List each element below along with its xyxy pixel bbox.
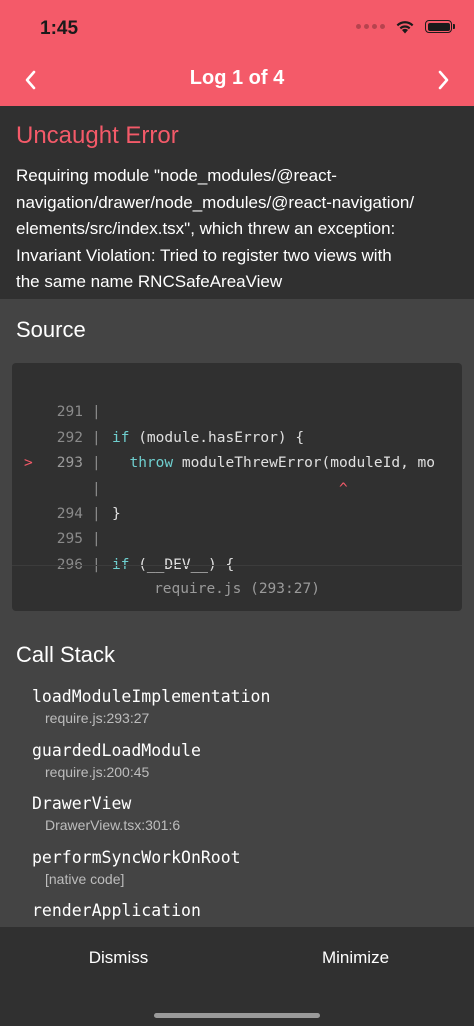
code-line-error: >293 | throw moduleThrewError(moduleId, m… — [12, 426, 462, 471]
error-message-line: the same name RNCSafeAreaView — [16, 272, 283, 291]
stack-frame[interactable]: loadModuleImplementation require.js:293:… — [32, 686, 452, 740]
stack-frame[interactable]: performSyncWorkOnRoot [native code] — [32, 847, 452, 901]
status-bar: 1:45 — [0, 0, 474, 56]
frame-location: require.js:200:45 — [45, 763, 150, 780]
error-message-line: Invariant Violation: Tried to register t… — [16, 245, 392, 265]
frame-name: guardedLoadModule — [32, 740, 201, 760]
frame-location: [native code] — [45, 870, 125, 887]
dismiss-button[interactable]: Dismiss — [0, 927, 237, 989]
error-message-line: Requiring module "node_modules/@react- — [16, 166, 337, 185]
header: 1:45 Log 1 of 4 — [0, 0, 474, 106]
home-indicator — [154, 1013, 320, 1018]
error-message-line: navigation/drawer/node_modules/@react-na… — [16, 192, 415, 212]
error-message-line: elements/src/index.tsx", which threw an … — [16, 219, 396, 238]
call-stack-heading: Call Stack — [16, 642, 116, 667]
error-title: Uncaught Error — [16, 122, 179, 149]
code-line-caret: | ^ — [92, 480, 348, 497]
nav-bar: Log 1 of 4 — [0, 56, 474, 104]
chevron-right-icon — [438, 70, 449, 90]
frame-name: renderApplication — [32, 901, 201, 920]
code-line: 294 |} — [56, 505, 121, 522]
stack-frame[interactable]: guardedLoadModule require.js:200:45 — [32, 740, 452, 794]
frame-name: DrawerView — [32, 794, 132, 813]
frame-name: performSyncWorkOnRoot — [32, 847, 241, 867]
call-stack-list: loadModuleImplementation require.js:293:… — [32, 686, 452, 954]
status-time: 1:45 — [40, 18, 79, 39]
error-section: Uncaught Error Requiring module "node_mo… — [0, 106, 474, 299]
next-log-button[interactable] — [428, 64, 460, 96]
code-line: 291 | — [56, 404, 101, 421]
stack-frame[interactable]: DrawerView DrawerView.tsx:301:6 — [32, 793, 452, 847]
source-file-location[interactable]: require.js (293:27) — [12, 565, 462, 611]
code-line: 295 | — [56, 531, 101, 548]
code-lines: 291 | 292 | if (module.hasError) { >293 | th… — [12, 375, 462, 573]
code-line: 292 | if (module.hasError) { — [56, 429, 305, 446]
frame-name: loadModuleImplementation — [32, 687, 271, 706]
cellular-signal-icon — [356, 24, 385, 29]
log-counter-title: Log 1 of 4 — [189, 67, 285, 89]
status-icons — [356, 19, 455, 34]
wifi-icon — [396, 21, 414, 34]
code-line: 296 | if (__DEV__) { — [56, 556, 235, 573]
source-heading: Source — [16, 317, 86, 342]
minimize-button[interactable]: Minimize — [237, 927, 474, 989]
bottom-action-bar: Dismiss Minimize — [0, 927, 474, 1026]
battery-icon — [425, 20, 455, 33]
error-message: Requiring module "node_modules/@react- n… — [16, 163, 458, 296]
frame-location: DrawerView.tsx:301:6 — [45, 817, 181, 833]
source-code-frame[interactable]: 291 | 292 | if (module.hasError) { >293 | th… — [12, 363, 462, 611]
frame-location: require.js:293:27 — [45, 710, 150, 726]
